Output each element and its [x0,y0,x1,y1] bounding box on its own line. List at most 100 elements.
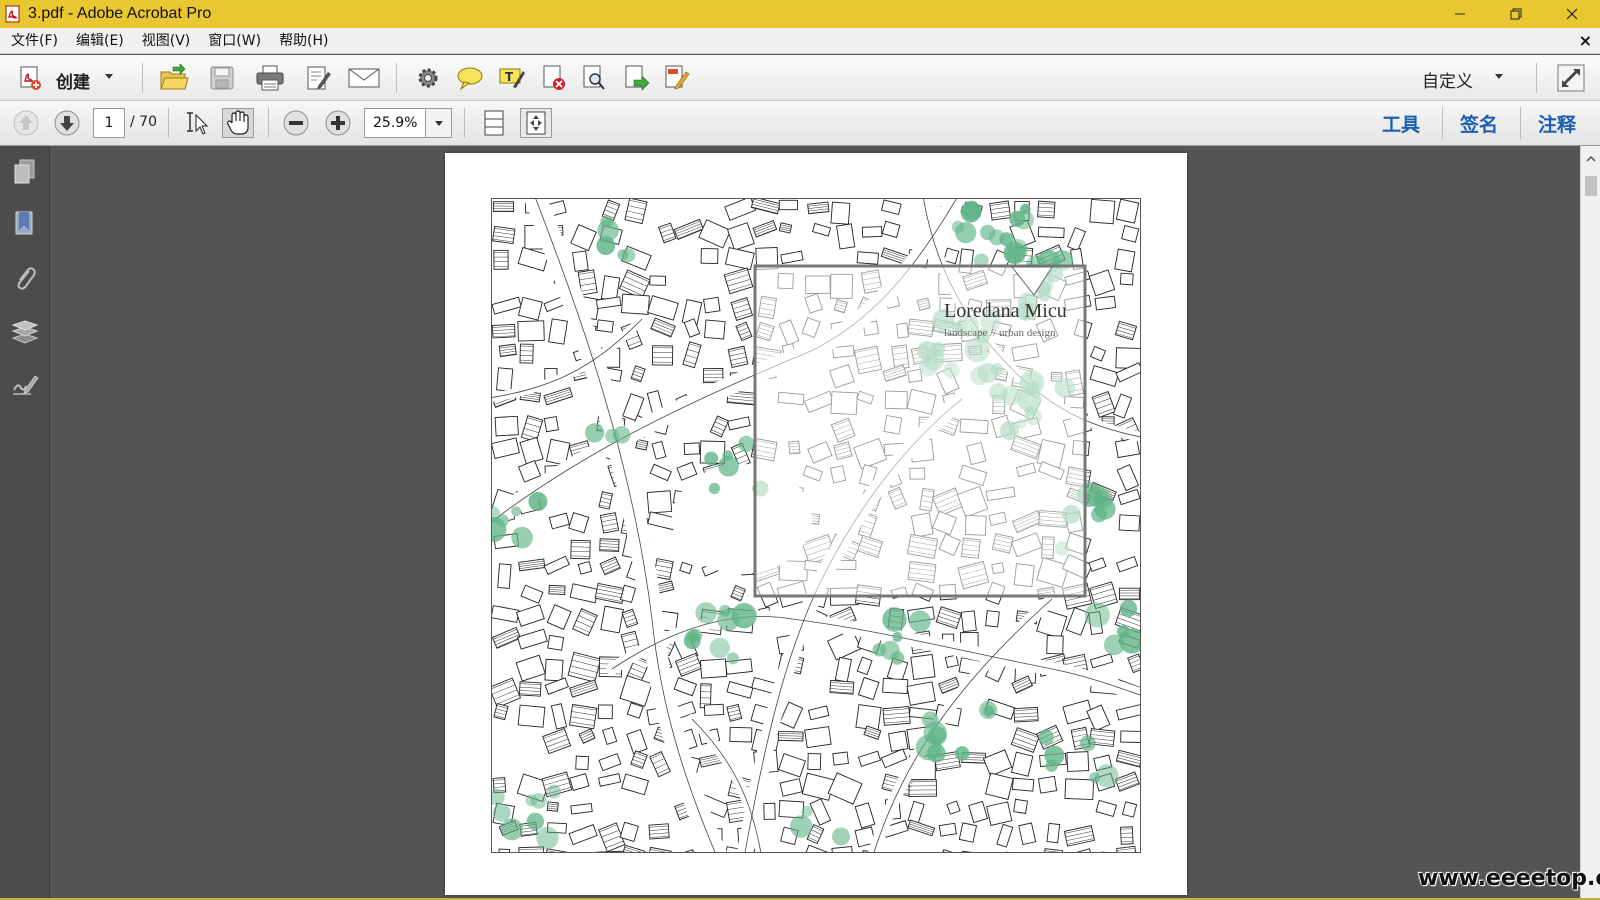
title-bar: 3.pdf - Adobe Acrobat Pro [0,0,1600,28]
pages-icon [14,159,35,184]
attachments-button[interactable] [9,262,41,294]
navigation-pane [0,146,50,900]
chevron-down-icon[interactable] [1494,72,1504,80]
speech-bubble-icon [457,67,483,91]
toolbar-divider [1520,107,1521,139]
scrollbar-thumb[interactable] [1585,176,1597,196]
zoom-out-button[interactable] [280,108,312,138]
pdf-page[interactable]: Loredana Micu landscape // urban design [445,153,1187,895]
toolbar-divider [142,63,143,93]
document-search-icon [583,65,605,90]
menu-window[interactable]: 窗口(W) [199,28,270,54]
settings-button[interactable] [412,63,444,93]
gear-icon [418,68,438,88]
document-subtitle: landscape // urban design [944,327,1056,339]
scroll-mode-button[interactable] [478,108,510,138]
fit-width-icon [484,110,504,136]
menu-edit[interactable]: 编辑(E) [67,28,133,54]
edit-document-icon [307,66,331,90]
close-button[interactable] [1544,0,1600,28]
paperclip-icon [17,267,36,290]
save-icon [210,66,234,90]
delete-page-icon [543,65,565,90]
close-icon [1566,8,1578,20]
email-button[interactable] [348,63,380,93]
comment-button[interactable] [454,63,486,93]
main-toolbar: 创建 T 自定义 [0,55,1600,101]
acrobat-pdf-icon [5,5,20,23]
watermark-text: www.eeeetop.com [1418,866,1600,891]
menu-bar: 文件(F) 编辑(E) 视图(V) 窗口(W) 帮助(H) × [0,28,1600,54]
highlight-button[interactable]: T [496,63,528,93]
restore-button[interactable] [1488,0,1544,28]
find-button[interactable] [578,63,610,93]
customize-toolbar-label[interactable]: 自定义 [1422,67,1473,92]
toolbar-divider [168,108,169,138]
expand-icon [1557,64,1585,92]
delete-page-button[interactable] [538,63,570,93]
zoom-value[interactable]: 25.9% [365,109,425,137]
toolbar-divider [1536,63,1537,93]
plus-circle-icon [325,110,351,136]
navigation-toolbar: 1 / 70 25.9% 工具 签名 注释 [0,101,1600,146]
svg-text:T: T [505,70,514,84]
toolbar-divider [268,108,269,138]
window-title: 3.pdf - Adobe Acrobat Pro [28,5,212,22]
full-screen-button[interactable] [1555,63,1587,93]
minimize-icon [1455,13,1465,15]
zoom-dropdown-button[interactable] [425,109,451,137]
arrow-up-icon [13,110,39,136]
sign-document-button[interactable] [660,63,692,93]
open-button[interactable] [158,63,190,93]
print-button[interactable] [254,63,286,93]
close-document-icon[interactable]: × [1579,31,1592,50]
menu-help[interactable]: 帮助(H) [270,28,337,54]
layers-button[interactable] [9,316,41,348]
print-icon [256,65,284,91]
fit-page-button[interactable] [520,108,552,138]
edit-document-button[interactable] [302,63,334,93]
export-button[interactable] [620,63,652,93]
chevron-down-icon[interactable] [104,72,114,80]
create-pdf-button[interactable] [14,63,46,93]
zoom-select[interactable]: 25.9% [364,108,452,138]
sign-pane-link[interactable]: 签名 [1460,110,1498,137]
bookmark-icon [15,211,33,235]
toolbar-divider [1442,107,1443,139]
city-map-drawing [492,199,1140,852]
hand-tool-button[interactable] [222,108,254,138]
bookmarks-button[interactable] [9,208,41,240]
fit-page-icon [526,111,546,135]
document-canvas[interactable]: Loredana Micu landscape // urban design [51,146,1580,900]
minus-circle-icon [283,110,309,136]
urban-map-illustration: Loredana Micu landscape // urban design [491,198,1141,853]
hand-icon [227,110,249,135]
create-button-label[interactable]: 创建 [56,68,90,93]
save-button[interactable] [206,63,238,93]
signatures-button[interactable] [9,368,41,400]
zoom-in-button[interactable] [322,108,354,138]
tools-pane-link[interactable]: 工具 [1382,110,1420,137]
arrow-down-icon [54,110,80,136]
signature-pen-icon [13,375,39,395]
text-select-cursor-icon [187,112,209,135]
menu-file[interactable]: 文件(F) [2,28,67,54]
page-count: / 70 [130,114,157,130]
toolbar-divider [464,108,465,138]
vertical-scrollbar[interactable] [1580,146,1600,900]
comment-pane-link[interactable]: 注释 [1538,110,1576,137]
export-page-icon [625,65,650,91]
create-pdf-icon [20,66,41,90]
page-thumbnails-button[interactable] [9,156,41,188]
select-tool-button[interactable] [182,108,214,138]
toolbar-divider [396,63,397,93]
scroll-up-icon[interactable] [1585,154,1597,164]
next-page-button[interactable] [51,108,83,138]
menu-view[interactable]: 视图(V) [133,28,200,54]
minimize-button[interactable] [1432,0,1488,28]
envelope-icon [348,68,380,88]
previous-page-button[interactable] [10,108,42,138]
layers-icon [11,320,39,344]
page-number-input[interactable]: 1 [93,108,125,138]
chevron-down-icon [434,121,443,126]
